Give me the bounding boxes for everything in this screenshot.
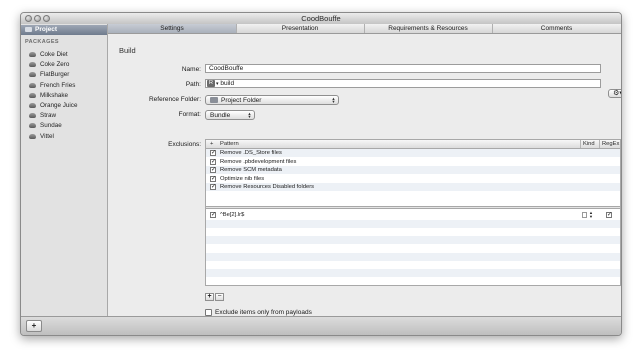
sidebar-item-package[interactable]: Sundae xyxy=(29,121,105,130)
table-separator xyxy=(206,206,620,209)
format-popup[interactable]: Bundle ▲ ▼ xyxy=(205,110,255,120)
package-icon xyxy=(29,82,36,88)
exclusions-table[interactable]: + Pattern Kind RegEx ✓ Remove .DS_Store f… xyxy=(205,139,621,286)
project-icon xyxy=(25,27,32,32)
add-package-button[interactable]: + xyxy=(26,320,42,332)
reference-folder-value: Project Folder xyxy=(221,97,262,104)
file-kind-icon[interactable] xyxy=(582,212,587,218)
pattern-cell: Remove SCM metadata xyxy=(220,167,282,174)
checkbox[interactable]: ✓ xyxy=(210,150,216,156)
package-icon xyxy=(29,113,36,119)
table-row[interactable]: ✓ Optimize nib files xyxy=(206,175,620,183)
sidebar-item-label: Vittel xyxy=(40,132,54,140)
gear-button[interactable]: ⚙▾ xyxy=(608,89,621,98)
empty-row xyxy=(206,220,620,228)
checkbox[interactable]: ✓ xyxy=(210,158,216,165)
tab-bar: Settings Presentation Requirements & Res… xyxy=(108,24,621,34)
exclude-payloads-checkbox[interactable] xyxy=(205,309,212,316)
section-title: Build xyxy=(119,46,136,55)
sidebar-item-project[interactable]: Project xyxy=(21,25,107,35)
format-label: Format: xyxy=(178,111,201,118)
table-row[interactable]: ✓ Remove SCM metadata xyxy=(206,166,620,175)
sidebar-item-label: Coke Diet xyxy=(40,51,68,58)
pattern-cell[interactable]: ^Be[2].lr$ xyxy=(220,211,244,219)
path-label: Path: xyxy=(185,81,201,88)
path-reference-badge[interactable]: R xyxy=(207,80,215,87)
sidebar-item-label: Straw xyxy=(40,112,57,120)
empty-row xyxy=(206,277,620,285)
sidebar-item-label: Milkshake xyxy=(40,91,68,99)
popup-arrows-icon: ▲ ▼ xyxy=(247,111,252,119)
empty-row xyxy=(206,261,620,269)
window-title: CoodBouffe xyxy=(301,14,341,23)
empty-row xyxy=(206,245,620,253)
pattern-column-header[interactable]: Pattern xyxy=(220,140,239,148)
package-icon xyxy=(29,72,36,78)
package-icon xyxy=(29,52,36,57)
pattern-cell: Remove .DS_Store files xyxy=(220,150,282,156)
format-value: Bundle xyxy=(210,112,231,119)
reference-folder-label: Reference Folder: xyxy=(148,96,201,103)
checkbox[interactable]: ✓ xyxy=(210,212,216,218)
kind-arrows-icon: ▲ ▼ xyxy=(589,210,593,219)
pattern-cell: Remove .pbdevelopment files xyxy=(220,158,297,165)
chevron-down-icon: ▾ xyxy=(216,81,219,87)
popup-arrows-icon: ▲ ▼ xyxy=(331,96,336,104)
package-icon xyxy=(29,62,36,68)
sidebar-item-package[interactable]: Coke Diet xyxy=(29,50,105,59)
reference-folder-popup[interactable]: Project Folder ▲ ▼ xyxy=(205,95,339,105)
tab-presentation[interactable]: Presentation xyxy=(236,24,365,33)
table-header: + Pattern Kind RegEx xyxy=(206,140,620,149)
table-row[interactable]: ✓ Remove .pbdevelopment files xyxy=(206,158,620,166)
empty-row xyxy=(206,236,620,245)
tab-requirements-resources[interactable]: Requirements & Resources xyxy=(364,24,493,33)
table-row[interactable]: ✓ ^Be[2].lr$ ▲ ▼ ✓ xyxy=(206,210,620,219)
bottom-bar: + xyxy=(21,316,621,335)
empty-row xyxy=(206,228,620,236)
table-row[interactable]: ✓ Remove Resources Disabled folders xyxy=(206,183,620,192)
package-icon xyxy=(29,123,36,129)
add-exclusion-button[interactable]: + xyxy=(205,293,214,301)
package-icon xyxy=(29,103,36,108)
exclusions-label: Exclusions: xyxy=(168,141,201,148)
empty-row xyxy=(206,252,620,261)
path-value: build xyxy=(220,80,235,87)
tab-settings[interactable]: Settings xyxy=(108,24,237,33)
sort-column-header[interactable]: + xyxy=(210,140,213,148)
regex-column-header[interactable]: RegEx xyxy=(599,140,619,148)
main-window: CoodBouffe Project PACKAGES Coke Diet Cok… xyxy=(20,12,622,336)
kind-column-header[interactable]: Kind xyxy=(580,140,595,148)
checkbox[interactable]: ✓ xyxy=(210,184,216,191)
pattern-cell: Remove Resources Disabled folders xyxy=(220,184,315,191)
sidebar-item-label: Coke Zero xyxy=(40,61,70,69)
sidebar-item-label: Sundae xyxy=(40,122,62,130)
regex-checkbox[interactable]: ✓ xyxy=(606,212,612,218)
pattern-cell: Optimize nib files xyxy=(220,175,265,182)
sidebar-item-package[interactable]: Vittel xyxy=(29,132,105,141)
empty-row xyxy=(206,269,620,278)
settings-panel: Build Name: CoodBouffe Path: R ▾ build ⚙▾… xyxy=(108,34,621,316)
remove-exclusion-button[interactable]: − xyxy=(215,293,224,301)
table-row[interactable]: ✓ Remove .DS_Store files xyxy=(206,149,620,157)
name-label: Name: xyxy=(181,66,201,73)
package-icon xyxy=(29,92,36,98)
package-icon xyxy=(29,133,36,139)
sidebar-item-label: French Fries xyxy=(40,81,76,89)
checkbox[interactable]: ✓ xyxy=(210,167,216,174)
path-field[interactable]: R ▾ build xyxy=(205,79,601,88)
sidebar-item-label: FlatBurger xyxy=(40,71,70,79)
exclude-payloads-label: Exclude items only from payloads xyxy=(215,309,312,316)
sidebar-item-label: Orange Juice xyxy=(40,102,78,109)
checkbox[interactable]: ✓ xyxy=(210,175,216,182)
sidebar-item-label: Project xyxy=(35,26,58,33)
name-field[interactable]: CoodBouffe xyxy=(205,64,601,73)
folder-icon xyxy=(210,97,218,104)
packages-header: PACKAGES xyxy=(25,39,59,45)
tab-comments[interactable]: Comments xyxy=(492,24,621,33)
